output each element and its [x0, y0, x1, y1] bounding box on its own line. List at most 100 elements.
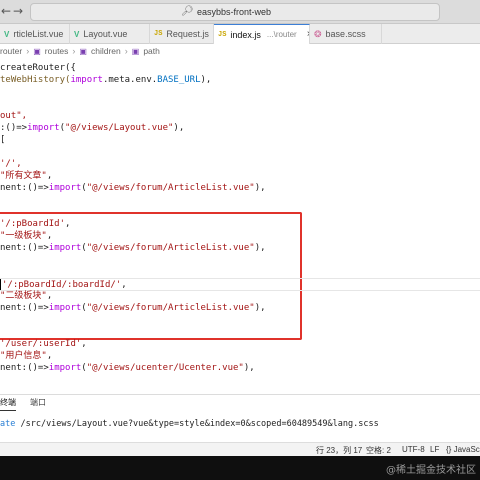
tab-label: rticleList.vue: [13, 29, 64, 39]
watermark: @稀土掘金技术社区: [386, 465, 476, 476]
code-token: import: [27, 123, 60, 133]
code-line[interactable]: nent:()=>import("@/views/forum/ArticleLi…: [0, 182, 266, 195]
taskbar: @稀土掘金技术社区: [0, 456, 480, 480]
terminal-output-text: /src/views/Layout.vue?vue&type=style&ind…: [15, 419, 379, 429]
code-token: [: [0, 135, 6, 145]
search-icon: 🔎︎: [181, 6, 194, 17]
code-token: "用户信息": [0, 351, 47, 361]
tab-request-js[interactable]: JS Request.js: [150, 24, 214, 44]
line-ending[interactable]: LF: [430, 445, 439, 454]
code-token: nent:()=>: [0, 183, 49, 193]
code-token: ,: [65, 219, 71, 229]
code-token: ),: [254, 243, 266, 253]
code-line[interactable]: [: [0, 134, 5, 147]
code-token: createRouter({: [0, 63, 76, 73]
tab-label: Layout.vue: [83, 29, 128, 39]
property-icon: ▣: [33, 46, 41, 56]
chevron-right-icon: ›: [26, 46, 30, 56]
code-token: nent:()=>: [0, 303, 49, 313]
tab-label: Request.js: [166, 29, 209, 39]
code-token: ,: [121, 280, 127, 290]
chevron-right-icon: ›: [124, 46, 128, 56]
code-line[interactable]: :()=>import("@/views/Layout.vue"),: [0, 122, 184, 135]
code-token: '/user/:userId': [0, 339, 82, 349]
editor-tab-bar: V rticleList.vue V Layout.vue JS Request…: [0, 24, 480, 44]
code-token: "@/views/forum/ArticleList.vue": [86, 183, 255, 193]
code-token: ),: [200, 75, 212, 85]
cursor-position[interactable]: 行 23，列 17: [316, 445, 362, 456]
code-token: BASE_URL: [157, 75, 201, 85]
tab-layout-vue[interactable]: V Layout.vue: [70, 24, 150, 44]
code-token: :()=>: [0, 123, 28, 133]
code-token: '/:pBoardId': [0, 219, 66, 229]
code-token: '/',: [0, 159, 22, 169]
property-icon: ▣: [79, 46, 87, 56]
code-token: import: [48, 303, 82, 313]
code-token: '/:pBoardId/:boardId/': [2, 280, 122, 290]
scss-icon: ❂: [314, 28, 322, 39]
terminal-output: ate /src/views/Layout.vue?vue&type=style…: [0, 419, 379, 429]
property-icon: ▣: [131, 46, 140, 56]
breadcrumb: router › ▣ routes › ▣ children › ▣ path: [0, 44, 480, 58]
code-token: .meta.env.: [102, 75, 158, 85]
command-center-search[interactable]: 🔎︎ easybbs-front-web: [30, 3, 440, 21]
tab-terminal[interactable]: 终端: [0, 397, 16, 411]
code-token: ),: [254, 303, 266, 313]
workspace-name: easybbs-front-web: [197, 7, 272, 17]
code-token: "@/views/forum/ArticleList.vue": [86, 303, 255, 313]
code-token: "@/views/Layout.vue": [65, 123, 174, 133]
code-token: "一级板块": [0, 231, 47, 241]
breadcrumb-item-path[interactable]: path: [143, 46, 160, 56]
tab-articlelist-vue[interactable]: V rticleList.vue: [0, 24, 70, 44]
code-token: ),: [254, 183, 266, 193]
forward-arrow-icon[interactable]: →: [12, 4, 24, 18]
tab-label: index.js: [230, 29, 261, 40]
history-nav: ← →: [0, 4, 24, 18]
code-token: ,: [46, 351, 53, 361]
chevron-right-icon: ›: [72, 46, 76, 56]
code-token: nent:()=>: [0, 363, 49, 373]
tab-ports[interactable]: 端口: [30, 397, 46, 411]
title-bar: ← → 🔎︎ easybbs-front-web: [0, 0, 480, 24]
code-token: import: [70, 75, 103, 85]
code-line[interactable]: nent:()=>import("@/views/forum/ArticleLi…: [0, 302, 266, 315]
status-bar: 行 23，列 17 空格: 2 UTF-8 LF {} JavaSc: [0, 442, 480, 456]
code-token: import: [48, 243, 82, 253]
code-token: "@/views/forum/ArticleList.vue": [86, 243, 255, 253]
text-cursor: [0, 279, 1, 290]
code-token: ,: [46, 291, 53, 301]
code-line[interactable]: '/:pBoardId/:boardId/',: [0, 278, 480, 291]
code-editor[interactable]: createRouter({teWebHistory(import.meta.e…: [0, 58, 480, 394]
js-icon: JS: [218, 30, 227, 39]
vue-icon: V: [4, 29, 10, 39]
tab-base-scss[interactable]: ❂ base.scss: [310, 24, 382, 44]
tab-label: base.scss: [325, 29, 366, 39]
tab-index-js[interactable]: JS index.js ...\router ×: [214, 24, 310, 44]
terminal-output-prefix: ate: [0, 419, 16, 429]
language-mode[interactable]: {} JavaSc: [446, 445, 480, 454]
encoding[interactable]: UTF-8: [402, 445, 425, 454]
code-token: ),: [173, 123, 185, 133]
code-line[interactable]: nent:()=>import("@/views/forum/ArticleLi…: [0, 242, 266, 255]
tab-path: ...\router: [266, 30, 297, 39]
code-token: "@/views/ucenter/Ucenter.vue": [86, 363, 244, 373]
code-token: ),: [243, 363, 255, 373]
code-token: "所有文章": [0, 171, 47, 181]
code-token: "二级板块": [0, 291, 47, 301]
breadcrumb-item-router[interactable]: router: [0, 46, 22, 56]
indentation[interactable]: 空格: 2: [366, 445, 391, 456]
code-token: import: [48, 363, 82, 373]
panel-tabs: 终端 端口: [0, 397, 46, 411]
code-token: ,: [46, 231, 53, 241]
breadcrumb-item-routes[interactable]: routes: [45, 46, 69, 56]
js-icon: JS: [154, 30, 163, 38]
bottom-panel: 终端 端口 ate /src/views/Layout.vue?vue&type…: [0, 394, 480, 442]
code-token: ,: [81, 339, 87, 349]
back-arrow-icon[interactable]: ←: [0, 4, 12, 18]
code-token: ,: [46, 171, 53, 181]
code-token: nent:()=>: [0, 243, 49, 253]
code-line[interactable]: nent:()=>import("@/views/ucenter/Ucenter…: [0, 362, 255, 375]
breadcrumb-item-children[interactable]: children: [91, 46, 121, 56]
code-token: teWebHistory(: [0, 75, 71, 85]
code-line[interactable]: teWebHistory(import.meta.env.BASE_URL),: [0, 74, 211, 87]
